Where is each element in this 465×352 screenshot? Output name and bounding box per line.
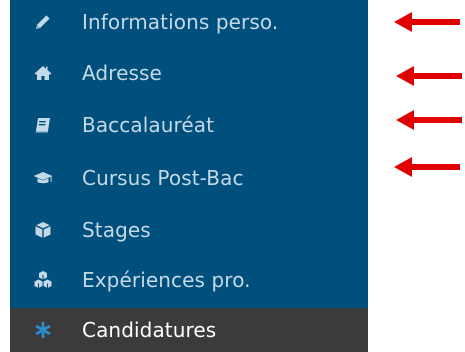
home-icon	[32, 62, 54, 84]
annotation-arrow-icon	[392, 155, 462, 179]
sidebar-item-adresse[interactable]: Adresse	[10, 51, 368, 95]
sidebar-item-label: Adresse	[82, 61, 162, 85]
sidebar-item-stages[interactable]: Stages	[10, 208, 368, 252]
sidebar-item-label: Expériences pro.	[82, 268, 251, 292]
sidebar-item-label: Baccalauréat	[82, 113, 215, 137]
screenshot-stage: Informations perso. Adresse Baccalauréat	[0, 0, 465, 352]
sidebar-item-label: Cursus Post-Bac	[82, 166, 244, 190]
sidebar-item-candidatures[interactable]: Candidatures	[10, 308, 368, 352]
sidebar-item-label: Candidatures	[82, 318, 217, 342]
asterisk-icon	[32, 319, 54, 341]
cube-icon	[32, 219, 54, 241]
annotation-arrow-icon	[394, 64, 464, 88]
sidebar-item-cursus-post-bac[interactable]: Cursus Post-Bac	[10, 156, 368, 200]
sidebar-item-label: Informations perso.	[82, 10, 279, 34]
sidebar-nav: Informations perso. Adresse Baccalauréat	[10, 0, 368, 352]
pencil-icon	[32, 11, 54, 33]
annotation-arrow-icon	[392, 10, 462, 34]
sidebar-item-label: Stages	[82, 218, 151, 242]
graduation-cap-icon	[32, 167, 54, 189]
cubes-icon	[32, 269, 54, 291]
annotation-arrow-icon	[394, 108, 464, 132]
sidebar-item-baccalaureat[interactable]: Baccalauréat	[10, 103, 368, 147]
sidebar-item-informations-perso[interactable]: Informations perso.	[10, 0, 368, 44]
sidebar-item-experiences-pro[interactable]: Expériences pro.	[10, 258, 368, 302]
book-icon	[32, 114, 54, 136]
